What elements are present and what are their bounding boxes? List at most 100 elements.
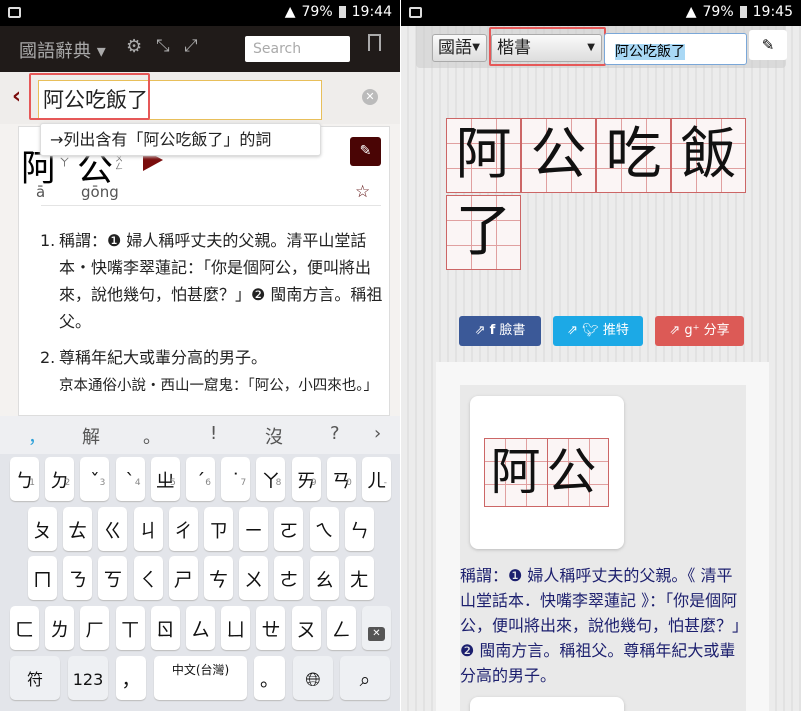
content-panel: 阿公 稱謂：❶ 婦人稱呼丈夫的父親。《 清平山堂話本．快嘴李翠蓮記 》：「你是個… bbox=[436, 362, 769, 711]
key[interactable]: ˇ3 bbox=[80, 457, 110, 501]
key[interactable]: ㄢ0 bbox=[326, 457, 356, 501]
search-icon: ⌕ bbox=[359, 669, 371, 691]
status-bar: ▲ 79% 19:45 bbox=[401, 0, 801, 26]
key[interactable]: ㄖ bbox=[150, 606, 180, 650]
suggestion-item[interactable]: 。 bbox=[143, 423, 161, 449]
settings-icon[interactable]: ⚙ bbox=[126, 36, 142, 57]
key[interactable]: ㄠ bbox=[309, 556, 339, 600]
suggestion-item[interactable]: › bbox=[374, 423, 381, 444]
status-bar: ▲ 79% 19:44 bbox=[0, 0, 400, 26]
key[interactable]: ㄘ bbox=[204, 556, 233, 600]
key[interactable]: ㄞ9 bbox=[291, 457, 321, 501]
pinyin: gōng bbox=[81, 183, 119, 201]
facebook-share-button[interactable]: ⇗ f 臉書 bbox=[459, 316, 541, 346]
key[interactable]: ㄊ bbox=[63, 507, 93, 551]
keyboard: ，解。! 沒? › ㄅ 1 ㄉ 2 ˇ 3 ˋ 4 ㄓ 5 ˊ 6 ˙ 7 ㄚ 8 ㄞ 9 ㄢ 0 ㄦ - ㄆㄊㄍㄐㄔㄗㄧㄛㄟㄣ… bbox=[0, 416, 400, 711]
backspace-key[interactable]: ✕ bbox=[362, 606, 391, 650]
key[interactable]: ˙ 7 bbox=[221, 457, 251, 501]
divider bbox=[41, 205, 381, 206]
numbers-key[interactable]: 123 bbox=[68, 656, 108, 700]
key[interactable]: ㄡ bbox=[291, 606, 321, 650]
key[interactable]: ㄌ bbox=[45, 606, 75, 650]
char-box: 飯 bbox=[671, 118, 746, 193]
key[interactable]: ㄧ bbox=[239, 507, 269, 551]
bookmark-icon[interactable] bbox=[368, 34, 381, 51]
key[interactable]: ㄒ bbox=[115, 606, 145, 650]
key[interactable]: ㄚ8 bbox=[256, 457, 286, 501]
key[interactable]: ㄟ bbox=[309, 507, 339, 551]
clear-icon[interactable]: ✕ bbox=[362, 89, 378, 105]
text-input[interactable]: 阿公吃飯了 bbox=[604, 33, 747, 65]
key[interactable]: ㄦ- bbox=[362, 457, 391, 501]
definition-item: 1. 稱謂：❶ 婦人稱呼丈夫的父親。清平山堂話本・快嘴李翠蓮記：「你是個阿公，便叫… bbox=[40, 231, 383, 331]
twitter-share-button[interactable]: ⇗ 🐦︎ 推特 bbox=[553, 316, 643, 346]
key[interactable]: ㄛ bbox=[274, 507, 304, 551]
key[interactable]: ㄤ bbox=[344, 556, 374, 600]
language-key[interactable]: 🌐︎ bbox=[293, 656, 333, 700]
key[interactable]: ㄥ bbox=[326, 606, 356, 650]
key[interactable]: ㄏ bbox=[80, 606, 110, 650]
word-grid: 阿公 bbox=[484, 438, 609, 507]
definition-text: 稱謂：❶ 婦人稱呼丈夫的父親。《 清平山堂話本．快嘴李翠蓮記 》：「你是個阿公，… bbox=[460, 566, 741, 685]
dictionary-menu[interactable]: 國語辭典 ▾ bbox=[19, 37, 106, 63]
key[interactable]: ㄓ5 bbox=[150, 457, 180, 501]
key[interactable]: ㄨ bbox=[239, 556, 269, 600]
edit-button[interactable]: ✎ bbox=[749, 30, 787, 60]
shrink-icon[interactable]: ⤡ bbox=[156, 36, 170, 56]
expand-icon[interactable]: ⤢ bbox=[184, 36, 198, 56]
key[interactable]: ㄈ bbox=[10, 606, 39, 650]
key[interactable]: ㄅ1 bbox=[10, 457, 39, 501]
key[interactable]: ㄉ2 bbox=[45, 457, 75, 501]
definition-area: 阿公 稱謂：❶ 婦人稱呼丈夫的父親。《 清平山堂話本．快嘴李翠蓮記 》：「你是個… bbox=[460, 385, 746, 711]
key[interactable]: ㄙ bbox=[186, 606, 215, 650]
suggestion-item[interactable]: ， bbox=[28, 423, 46, 449]
comma-key[interactable]: ， bbox=[116, 656, 146, 700]
key[interactable]: ㄝ bbox=[256, 606, 286, 650]
suggestion-item[interactable]: ! bbox=[210, 423, 217, 444]
char-box: 阿 bbox=[446, 118, 521, 193]
symbols-key[interactable]: 符 bbox=[10, 656, 60, 700]
definition-item: 2. 尊稱年紀大或輩分高的男子。 京本通俗小說・西山一窟鬼：「阿公，小四來也。」 bbox=[40, 348, 378, 394]
key[interactable]: ㄎ bbox=[98, 556, 128, 600]
battery-level: 79% bbox=[301, 4, 333, 20]
space-key[interactable]: 中文(台灣) bbox=[154, 656, 247, 700]
suggestion-item[interactable]: 沒 bbox=[265, 423, 283, 449]
key[interactable]: ㄍ bbox=[98, 507, 128, 551]
key[interactable]: ㄗ bbox=[204, 507, 233, 551]
key[interactable]: ㄕ bbox=[168, 556, 198, 600]
clock: 19:45 bbox=[752, 4, 793, 20]
word-card[interactable] bbox=[470, 697, 624, 711]
key[interactable]: ㄩ bbox=[221, 606, 251, 650]
search-input[interactable]: Search bbox=[245, 36, 350, 62]
key[interactable]: ㄐ bbox=[133, 507, 163, 551]
key[interactable]: ㄔ bbox=[168, 507, 198, 551]
autocomplete-suggestion[interactable]: →列出含有「阿公吃飯了」的詞 bbox=[40, 123, 321, 156]
pinyin: ā bbox=[36, 183, 46, 201]
word-card[interactable]: 阿公 bbox=[470, 396, 624, 549]
key[interactable]: ˋ4 bbox=[115, 457, 145, 501]
search-key[interactable]: ⌕ bbox=[340, 656, 390, 700]
key[interactable]: ㄑ bbox=[133, 556, 163, 600]
battery-level: 79% bbox=[702, 4, 734, 20]
key[interactable]: ㄇ bbox=[28, 556, 57, 600]
language-select[interactable]: 國語 ▼ bbox=[432, 34, 487, 62]
edit-button[interactable]: ✎ bbox=[350, 137, 381, 166]
suggestion-item[interactable]: 解 bbox=[82, 423, 100, 449]
google-share-button[interactable]: ⇗ g⁺ 分享 bbox=[655, 316, 744, 346]
suggestion-item[interactable]: ? bbox=[330, 423, 340, 444]
key[interactable]: ㄜ bbox=[274, 556, 304, 600]
period-key[interactable]: 。 bbox=[254, 656, 285, 700]
key[interactable]: ˊ6 bbox=[186, 457, 215, 501]
right-screen: ▲ 79% 19:45 國語 ▼ 楷書 ▼ 阿公吃飯了 ✎ 阿 公 吃 飯 了 ⇗ f … bbox=[401, 0, 801, 711]
image-icon bbox=[409, 7, 422, 18]
signal-icon: ▲ bbox=[685, 4, 697, 20]
left-screen: ▲ 79% 19:44 國語辭典 ▾ ⚙ ⤡ ⤢ Search ‹ 阿公吃飯了 ✕ … bbox=[0, 0, 400, 711]
key[interactable]: ㄣ bbox=[344, 507, 374, 551]
key[interactable]: ㄋ bbox=[63, 556, 93, 600]
battery-icon bbox=[739, 6, 747, 18]
key[interactable]: ㄆ bbox=[28, 507, 57, 551]
dropdown-arrow-icon: ▼ bbox=[472, 42, 480, 53]
star-icon[interactable]: ☆ bbox=[355, 182, 370, 202]
back-icon[interactable]: ‹ bbox=[12, 84, 21, 109]
char-box: 吃 bbox=[596, 118, 671, 193]
